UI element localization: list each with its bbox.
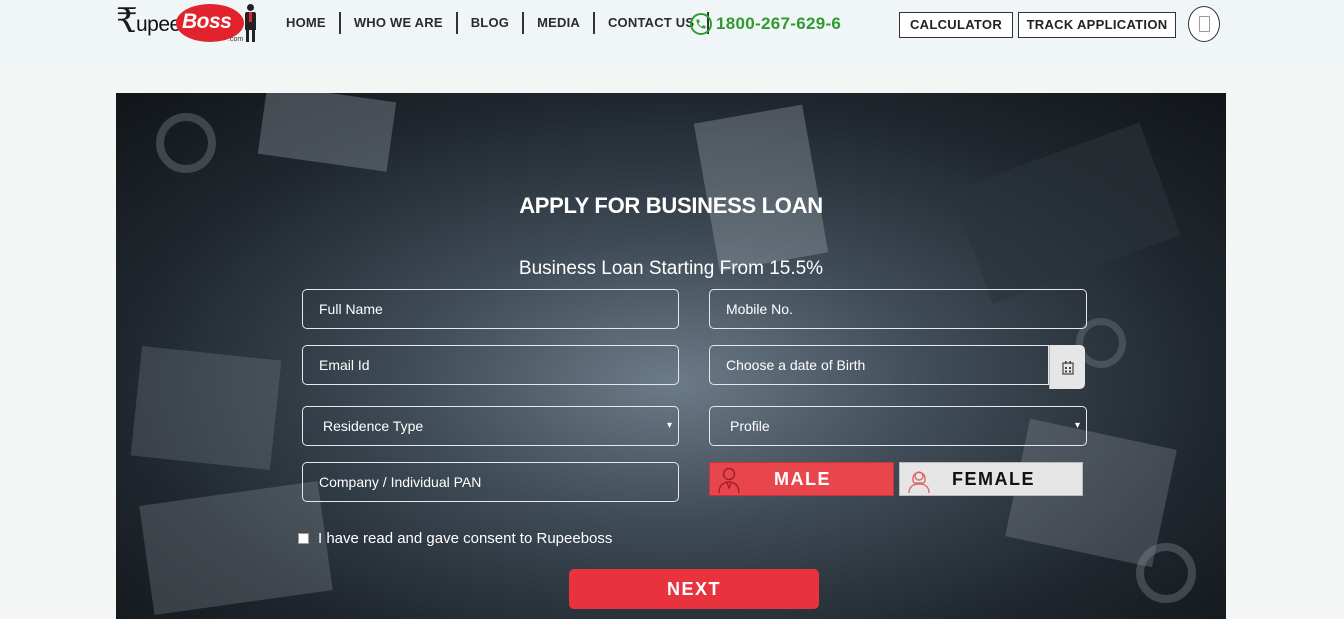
full-name-input[interactable] — [302, 289, 679, 329]
bg-cup-1 — [156, 113, 216, 173]
form-title: APPLY FOR BUSINESS LOAN — [519, 193, 823, 218]
calendar-icon — [1062, 361, 1074, 375]
nav-media[interactable]: MEDIA — [524, 12, 595, 34]
logo-rupee-glyph: ₹ — [116, 1, 138, 41]
dob-input[interactable] — [709, 345, 1049, 385]
phone-icon — [690, 13, 712, 35]
female-option[interactable]: FEMALE — [899, 462, 1083, 496]
female-avatar-icon — [908, 471, 930, 494]
track-application-button[interactable]: TRACK APPLICATION — [1018, 12, 1176, 38]
logo-dotcom: .com — [228, 36, 244, 43]
site-header: ₹ upee Boss .com HOME WHO WE ARE BLOG ME… — [0, 0, 1344, 64]
mobile-icon — [1199, 16, 1210, 32]
logo-upee-text: upee — [136, 13, 181, 36]
consent-row: I have read and gave consent to Rupeebos… — [298, 530, 612, 547]
chevron-down-icon: ▾ — [1074, 420, 1080, 431]
female-label: FEMALE — [952, 469, 1035, 489]
chevron-down-icon: ▾ — [666, 420, 672, 431]
main-nav: HOME WHO WE ARE BLOG MEDIA CONTACT US — [286, 12, 710, 34]
nav-who-we-are[interactable]: WHO WE ARE — [341, 12, 458, 34]
mobile-input[interactable] — [709, 289, 1087, 329]
male-avatar-icon — [718, 467, 740, 494]
bg-cup-2 — [1136, 543, 1196, 603]
bg-paper-1 — [257, 93, 397, 172]
form-subtitle: Business Loan Starting From 15.5% — [518, 258, 824, 279]
bg-paper-2 — [693, 104, 829, 272]
male-label: MALE — [774, 469, 831, 489]
rupeeboss-logo[interactable]: ₹ upee Boss .com — [116, 2, 258, 44]
calendar-button[interactable] — [1049, 345, 1085, 389]
phone-contact[interactable]: 1800-267-629-6 — [690, 12, 841, 36]
phone-number: 1800-267-629-6 — [716, 14, 842, 33]
residence-type-value: Residence Type — [323, 418, 424, 434]
profile-value: Profile — [730, 418, 770, 434]
pan-input[interactable] — [302, 462, 679, 502]
logo-businessman-icon — [244, 4, 256, 42]
mobile-menu-button[interactable] — [1188, 6, 1220, 42]
calculator-button[interactable]: CALCULATOR — [899, 12, 1013, 38]
next-button[interactable]: NEXT — [569, 569, 819, 609]
logo-boss-text: Boss — [182, 10, 232, 33]
residence-type-select[interactable]: Residence Type ▾ — [302, 406, 679, 446]
male-option[interactable]: MALE — [709, 462, 894, 496]
consent-checkbox[interactable] — [298, 533, 309, 544]
nav-home[interactable]: HOME — [286, 12, 341, 34]
email-input[interactable] — [302, 345, 679, 385]
hero-banner: APPLY FOR BUSINESS LOAN Business Loan St… — [116, 93, 1226, 619]
nav-blog[interactable]: BLOG — [458, 12, 525, 34]
consent-text: I have read and gave consent to Rupeebos… — [318, 530, 613, 547]
bg-paper-3 — [130, 345, 282, 471]
profile-select[interactable]: Profile ▾ — [709, 406, 1087, 446]
